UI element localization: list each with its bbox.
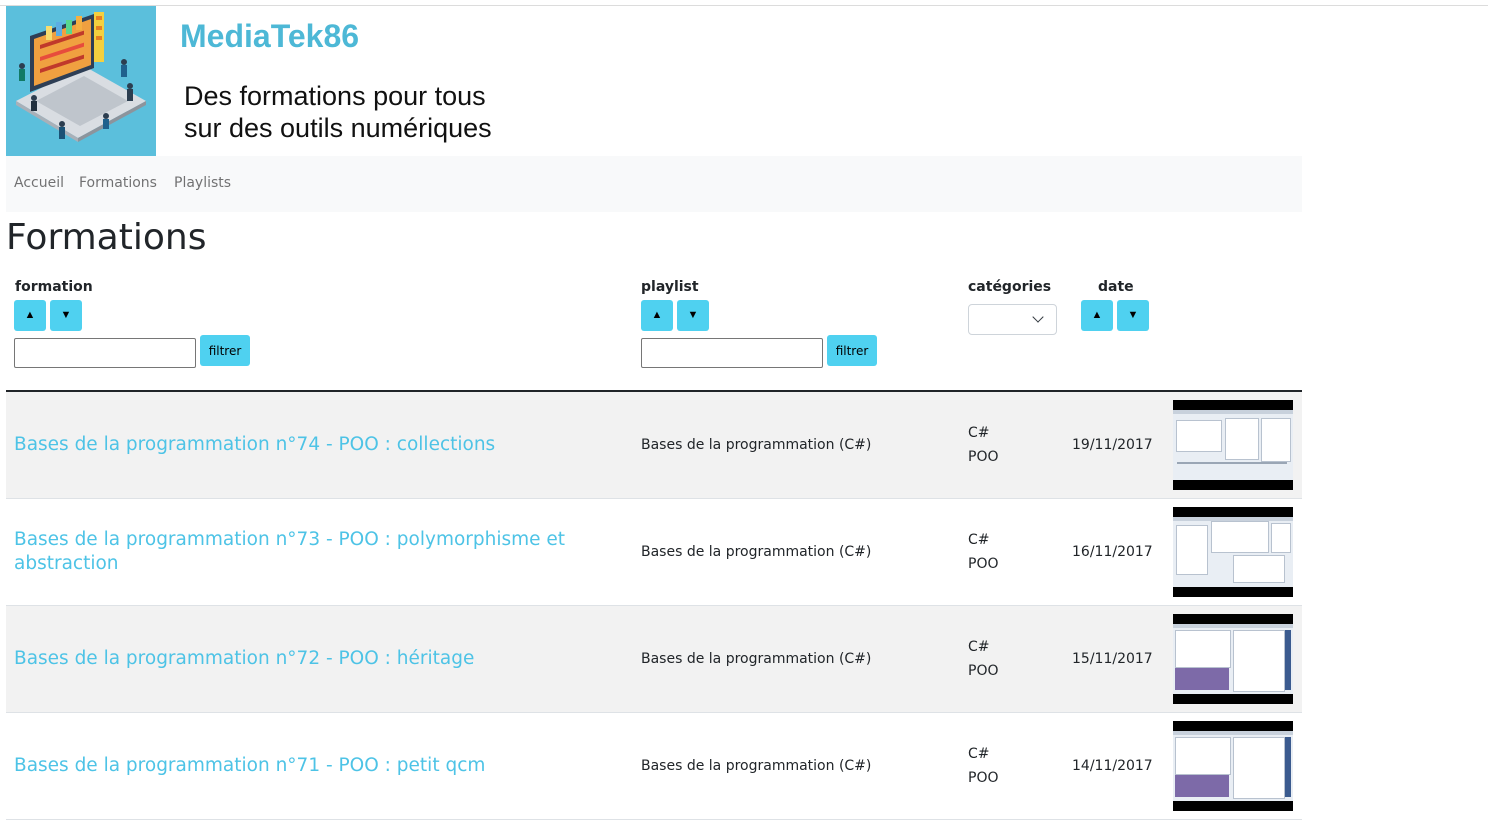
formation-date: 15/11/2017 bbox=[1072, 651, 1153, 667]
formation-categories: C# POO bbox=[968, 528, 998, 576]
formation-categories: C# POO bbox=[968, 635, 998, 683]
table-row: Bases de la programmation n°72 - POO : h… bbox=[6, 606, 1302, 713]
formation-title-link[interactable]: Bases de la programmation n°74 - POO : c… bbox=[14, 433, 594, 457]
header-formation: formation bbox=[15, 279, 93, 295]
category-label: POO bbox=[968, 663, 999, 679]
category-label: POO bbox=[968, 770, 999, 786]
site-tagline: Des formations pour tous sur des outils … bbox=[184, 80, 492, 144]
category-label: POO bbox=[968, 449, 999, 465]
page-title: Formations bbox=[6, 217, 207, 258]
nav-link-playlists[interactable]: Playlists bbox=[174, 175, 231, 191]
formation-playlist: Bases de la programmation (C#) bbox=[641, 437, 872, 453]
formation-title-link[interactable]: Bases de la programmation n°71 - POO : p… bbox=[14, 754, 594, 778]
playlist-filter-input[interactable] bbox=[641, 338, 823, 368]
formation-playlist: Bases de la programmation (C#) bbox=[641, 758, 872, 774]
formation-thumbnail[interactable] bbox=[1173, 721, 1293, 811]
formation-thumbnail[interactable] bbox=[1173, 614, 1293, 704]
sort-playlist-asc-button[interactable]: ▲ bbox=[641, 300, 673, 331]
sort-date-asc-button[interactable]: ▲ bbox=[1081, 300, 1113, 331]
sort-playlist-desc-button[interactable]: ▼ bbox=[677, 300, 709, 331]
categories-select[interactable] bbox=[968, 304, 1057, 335]
formation-categories: C# POO bbox=[968, 742, 998, 790]
chevron-down-icon bbox=[1032, 311, 1044, 323]
sort-formation-asc-button[interactable]: ▲ bbox=[14, 300, 46, 331]
sort-formation-desc-button[interactable]: ▼ bbox=[50, 300, 82, 331]
triangle-up-icon: ▲ bbox=[651, 309, 663, 321]
category-label: C# bbox=[968, 532, 990, 548]
table-row: Bases de la programmation n°74 - POO : c… bbox=[6, 392, 1302, 499]
formation-playlist: Bases de la programmation (C#) bbox=[641, 544, 872, 560]
formation-title-link[interactable]: Bases de la programmation n°73 - POO : p… bbox=[14, 528, 594, 576]
site-title: MediaTek86 bbox=[180, 18, 360, 54]
triangle-down-icon: ▼ bbox=[1127, 309, 1139, 321]
formation-date: 14/11/2017 bbox=[1072, 758, 1153, 774]
tagline-line-1: Des formations pour tous bbox=[184, 81, 486, 111]
category-label: POO bbox=[968, 556, 999, 572]
tagline-line-2: sur des outils numériques bbox=[184, 113, 492, 143]
formation-date: 19/11/2017 bbox=[1072, 437, 1153, 453]
site-header: MediaTek86 Des formations pour tous sur … bbox=[6, 6, 1302, 156]
table-row: Bases de la programmation n°73 - POO : p… bbox=[6, 499, 1302, 606]
nav-link-formations[interactable]: Formations bbox=[79, 175, 157, 191]
header-date: date bbox=[1098, 279, 1134, 295]
triangle-down-icon: ▼ bbox=[687, 309, 699, 321]
laptop-library-illustration bbox=[6, 6, 156, 156]
formation-title-link[interactable]: Bases de la programmation n°72 - POO : h… bbox=[14, 647, 594, 671]
formation-date: 16/11/2017 bbox=[1072, 544, 1153, 560]
triangle-down-icon: ▼ bbox=[60, 309, 72, 321]
table-row: Bases de la programmation n°71 - POO : p… bbox=[6, 713, 1302, 820]
category-label: C# bbox=[968, 746, 990, 762]
formation-filter-button[interactable]: filtrer bbox=[200, 335, 250, 366]
triangle-up-icon: ▲ bbox=[1091, 309, 1103, 321]
playlist-filter-button[interactable]: filtrer bbox=[827, 335, 877, 366]
header-playlist: playlist bbox=[641, 279, 699, 295]
formation-categories: C# POO bbox=[968, 421, 998, 469]
site-logo bbox=[6, 6, 156, 156]
formation-thumbnail[interactable] bbox=[1173, 400, 1293, 490]
sort-date-desc-button[interactable]: ▼ bbox=[1117, 300, 1149, 331]
category-label: C# bbox=[968, 639, 990, 655]
triangle-up-icon: ▲ bbox=[24, 309, 36, 321]
category-label: C# bbox=[968, 425, 990, 441]
formation-playlist: Bases de la programmation (C#) bbox=[641, 651, 872, 667]
nav-link-accueil[interactable]: Accueil bbox=[14, 175, 64, 191]
formation-filter-input[interactable] bbox=[14, 338, 196, 368]
main-navbar: Accueil Formations Playlists bbox=[6, 156, 1302, 212]
header-categories: catégories bbox=[968, 279, 1052, 295]
formation-thumbnail[interactable] bbox=[1173, 507, 1293, 597]
